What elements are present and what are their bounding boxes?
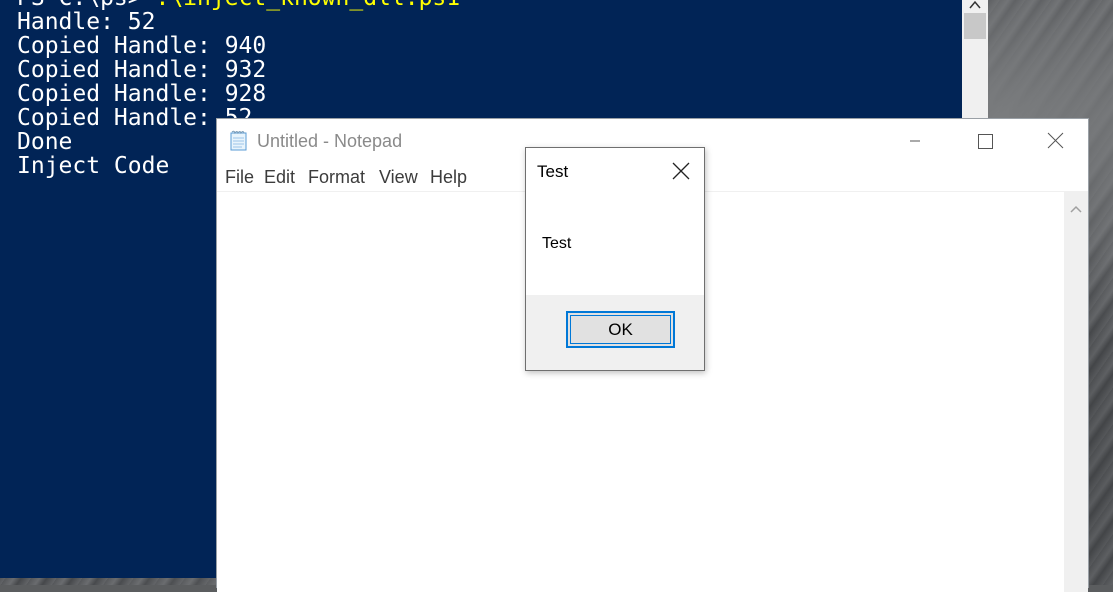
close-icon[interactable]	[664, 156, 698, 186]
chevron-up-icon[interactable]	[1068, 200, 1084, 213]
menu-edit[interactable]: Edit	[264, 167, 295, 188]
editor-scrollbar[interactable]	[1064, 192, 1088, 592]
console-line: Copied Handle: 940	[17, 33, 267, 59]
maximize-icon[interactable]	[963, 125, 1007, 157]
minimize-icon[interactable]	[893, 125, 937, 157]
ok-button[interactable]: OK	[566, 311, 675, 348]
dialog-title: Test	[537, 162, 569, 181]
notepad-icon	[229, 130, 249, 152]
menu-view[interactable]: View	[379, 167, 418, 188]
message-dialog[interactable]: Test Test OK	[525, 147, 705, 371]
close-icon[interactable]	[1033, 125, 1077, 157]
console-command: .\inject_known_dll.ps1	[155, 0, 460, 11]
console-line: Copied Handle: 932	[17, 57, 267, 83]
console-line: Copied Handle: 928	[17, 81, 267, 107]
dialog-message: Test	[542, 235, 572, 252]
console-line: Handle: 52	[17, 9, 156, 35]
window-title: Untitled - Notepad	[257, 131, 403, 151]
menu-format[interactable]: Format	[308, 167, 365, 188]
menu-help[interactable]: Help	[430, 167, 467, 188]
console-line: PS C:\ps> .\inject_known_dll.ps1	[17, 0, 957, 10]
dialog-footer: OK	[526, 295, 704, 370]
console-scroll-thumb[interactable]	[964, 13, 986, 39]
chevron-up-icon[interactable]	[962, 0, 988, 12]
menu-file[interactable]: File	[225, 167, 254, 188]
